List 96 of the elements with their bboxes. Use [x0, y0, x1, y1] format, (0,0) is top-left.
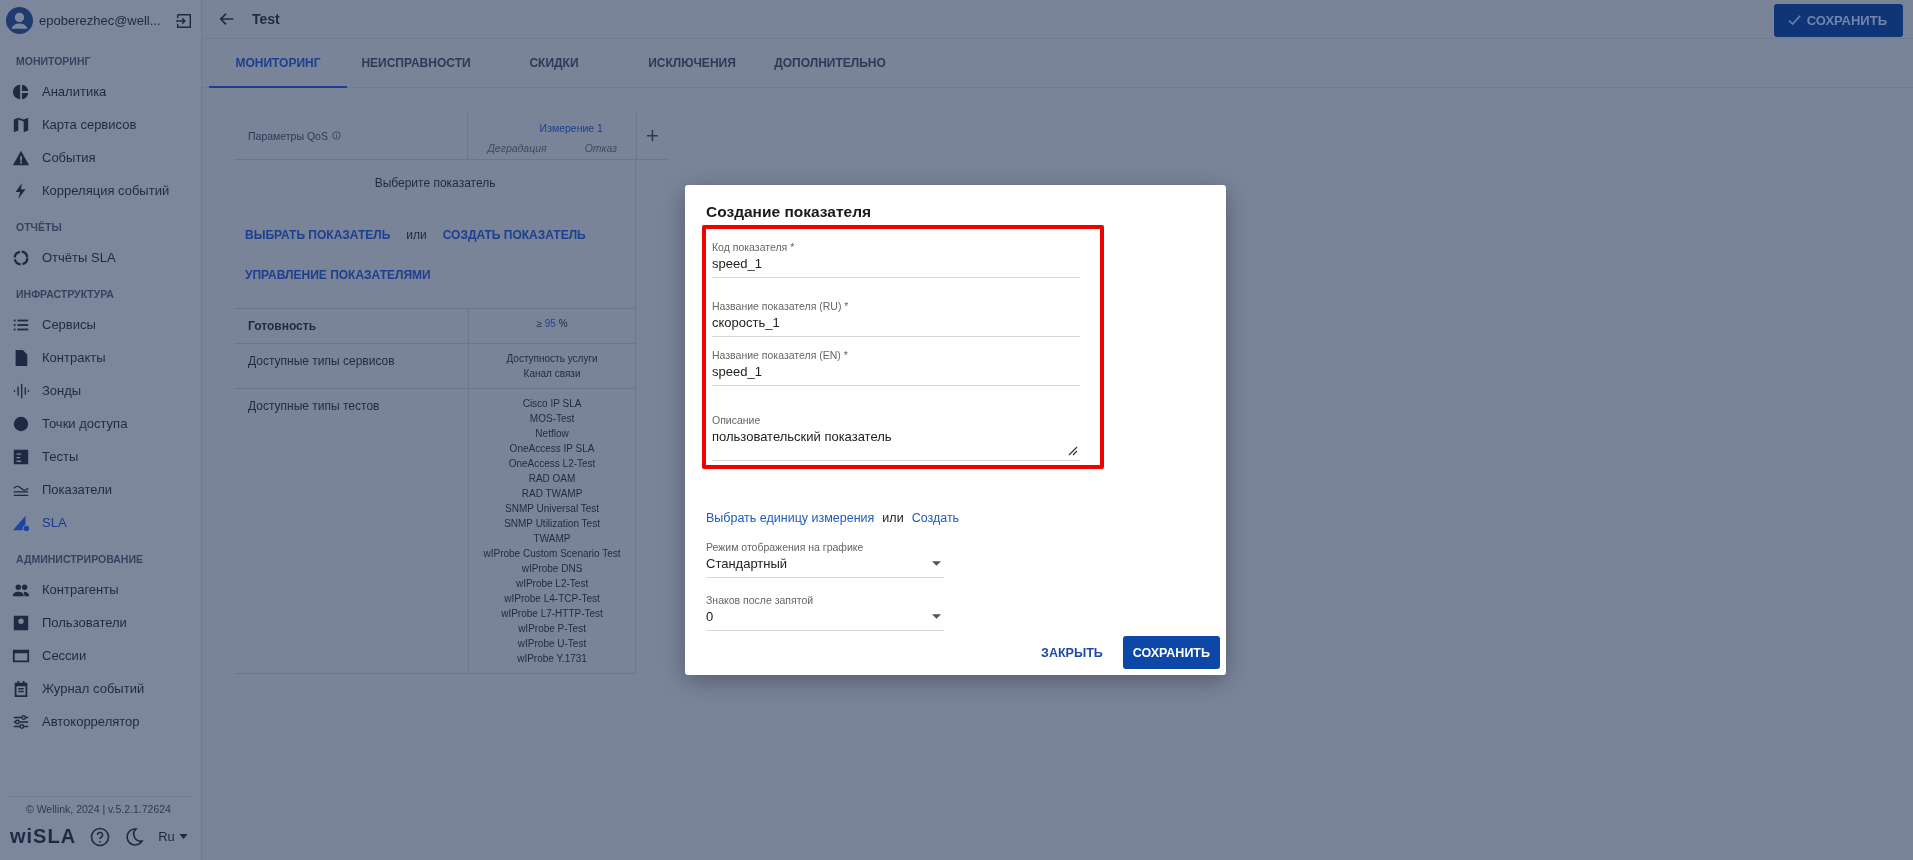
select-field[interactable]: Знаков после запятой 0	[706, 590, 944, 631]
sidebar-item[interactable]: Точки доступа	[0, 407, 201, 440]
section-heading: МОНИТОРИНГ	[15, 54, 92, 69]
table-cell-text: SNMP Universal Test	[505, 502, 600, 516]
sidebar-item[interactable]: Аналитика	[0, 75, 201, 108]
table-cell-text: RAD TWAMP	[521, 487, 583, 501]
table-cell-text: RAD OAM	[528, 472, 576, 486]
calendar-icon	[12, 679, 30, 698]
select-link[interactable]: ВЫБРАТЬ ПОКАЗАТЕЛЬ	[245, 228, 391, 242]
avatar-icon	[6, 7, 33, 34]
table-cell-text: SNMP Utilization Test	[504, 517, 600, 531]
table-cell-text: OneAccess L2-Test	[508, 457, 596, 471]
resize-handle-icon[interactable]	[1068, 446, 1078, 456]
sliders-icon	[12, 712, 30, 731]
table-cell-text: Netflow	[535, 427, 569, 441]
close-button[interactable]: ЗАКРЫТЬ	[1037, 637, 1107, 668]
version-text: © Wellink, 2024 | v.5.2.1.72624	[10, 796, 191, 821]
table-cell-text: Доступность услуги	[506, 352, 598, 366]
caret-icon	[932, 614, 941, 619]
row-label: Доступные типы тестов	[247, 398, 381, 415]
row-label: Доступные типы сервисов	[247, 353, 396, 370]
info-icon	[331, 131, 341, 140]
help-icon[interactable]	[90, 826, 111, 847]
table-cell-text: wIProbe Custom Scenario Test	[483, 547, 621, 561]
dot-icon	[12, 414, 30, 433]
app-logo: wiSLA	[10, 825, 77, 848]
table-cell-text: wIProbe DNS	[521, 562, 583, 576]
table-cell-text: wIProbe U-Test	[517, 637, 587, 651]
save-button[interactable]: СОХРАНИТЬ	[1122, 636, 1220, 669]
table-cell-text: Cisco IP SLA	[522, 397, 582, 411]
table-cell-text: wIProbe L4-TCP-Test	[504, 592, 600, 606]
input-field[interactable]: Название показателя (RU) * скорость_1	[712, 292, 1080, 337]
sidebar-item[interactable]: Отчёты SLA	[0, 241, 201, 274]
subcolumn-header: Отказ	[584, 141, 618, 154]
moon-icon[interactable]	[124, 826, 145, 847]
tab[interactable]: НЕИСПРАВНОСТИ	[347, 39, 485, 88]
subcolumn-header: Деградация	[487, 141, 547, 154]
pie-icon	[12, 82, 30, 101]
ring-icon	[12, 248, 30, 267]
sidebar-item[interactable]: SLA	[0, 506, 201, 539]
tab[interactable]: СКИДКИ	[485, 39, 623, 88]
input-field[interactable]: Описание пользовательский показатель	[712, 406, 1080, 461]
page-title: Test	[252, 11, 280, 27]
create-unit-link[interactable]: Создать	[911, 511, 960, 525]
section-heading: ИНФРАСТРУКТУРА	[15, 287, 115, 302]
user-email[interactable]: epoberezhec@well...	[39, 13, 169, 28]
sidebar-item[interactable]: Показатели	[0, 473, 201, 506]
caret-icon	[932, 561, 941, 566]
row-label: Готовность	[247, 318, 317, 335]
threshold-value: ≥ 95 %	[536, 317, 568, 331]
add-column-button[interactable]: +	[636, 112, 668, 159]
input-field[interactable]: Код показателя * speed_1	[712, 233, 1080, 278]
sidebar-item[interactable]: Контракты	[0, 341, 201, 374]
table-cell-text: wIProbe L7-HTTP-Test	[501, 607, 603, 621]
table-cell-text: wIProbe L2-Test	[515, 577, 589, 591]
or-text: или	[406, 228, 427, 242]
sidebar-item[interactable]: Зонды	[0, 374, 201, 407]
table-cell-text: MOS-Test	[529, 412, 575, 426]
sidebar-item[interactable]: Контрагенты	[0, 573, 201, 606]
sidebar-item[interactable]: Корреляция событий	[0, 174, 201, 207]
table-cell-text: OneAccess IP SLA	[509, 442, 595, 456]
sidebar-item[interactable]: Сервисы	[0, 308, 201, 341]
back-arrow-icon[interactable]	[218, 10, 236, 28]
table-cell-text: wIProbe Y.1731	[517, 652, 587, 666]
sidebar-item[interactable]: Тесты	[0, 440, 201, 473]
manage-link[interactable]: УПРАВЛЕНИЕ ПОКАЗАТЕЛЯМИ	[245, 268, 431, 282]
sidebar-item[interactable]: Сессии	[0, 639, 201, 672]
measurement-header[interactable]: Измерение 1	[468, 117, 637, 142]
select-field[interactable]: Режим отображения на графике Стандартный	[706, 537, 944, 578]
check-icon	[1787, 14, 1801, 26]
column-header: Параметры QoS	[248, 129, 328, 142]
tab[interactable]: ИСКЛЮЧЕНИЯ	[623, 39, 761, 88]
tab[interactable]: ДОПОЛНИТЕЛЬНО	[761, 39, 899, 88]
save-button[interactable]: СОХРАНИТЬ	[1773, 3, 1903, 37]
user-icon	[12, 613, 30, 632]
sidebar-item[interactable]: События	[0, 141, 201, 174]
tab[interactable]: МОНИТОРИНГ	[209, 39, 347, 88]
section-heading: АДМИНИСТРИРОВАНИЕ	[15, 552, 144, 567]
sidebar-item[interactable]: Карта сервисов	[0, 108, 201, 141]
sidebar-item[interactable]: Журнал событий	[0, 672, 201, 705]
placeholder-text: Выберите показатель	[373, 175, 497, 192]
create-link[interactable]: СОЗДАТЬ ПОКАЗАТЕЛЬ	[442, 228, 586, 242]
map-icon	[12, 115, 30, 134]
section-heading: ОТЧЁТЫ	[15, 220, 63, 235]
input-field[interactable]: Название показателя (EN) * speed_1	[712, 341, 1080, 386]
caret-icon	[178, 834, 188, 839]
language-select[interactable]: Ru	[158, 829, 188, 844]
or-text: или	[882, 511, 904, 525]
table-cell-text: wIProbe P-Test	[518, 622, 586, 636]
table-cell-text: Канал связи	[523, 367, 581, 381]
sidebar-item[interactable]: Автокоррелятор	[0, 705, 201, 738]
sidebar-item[interactable]: Пользователи	[0, 606, 201, 639]
table-cell-text: TWAMP	[533, 532, 571, 546]
dialog-title: Создание показателя	[706, 203, 873, 221]
select-unit-link[interactable]: Выбрать единицу измерения	[706, 511, 875, 525]
logout-icon[interactable]	[175, 11, 193, 30]
